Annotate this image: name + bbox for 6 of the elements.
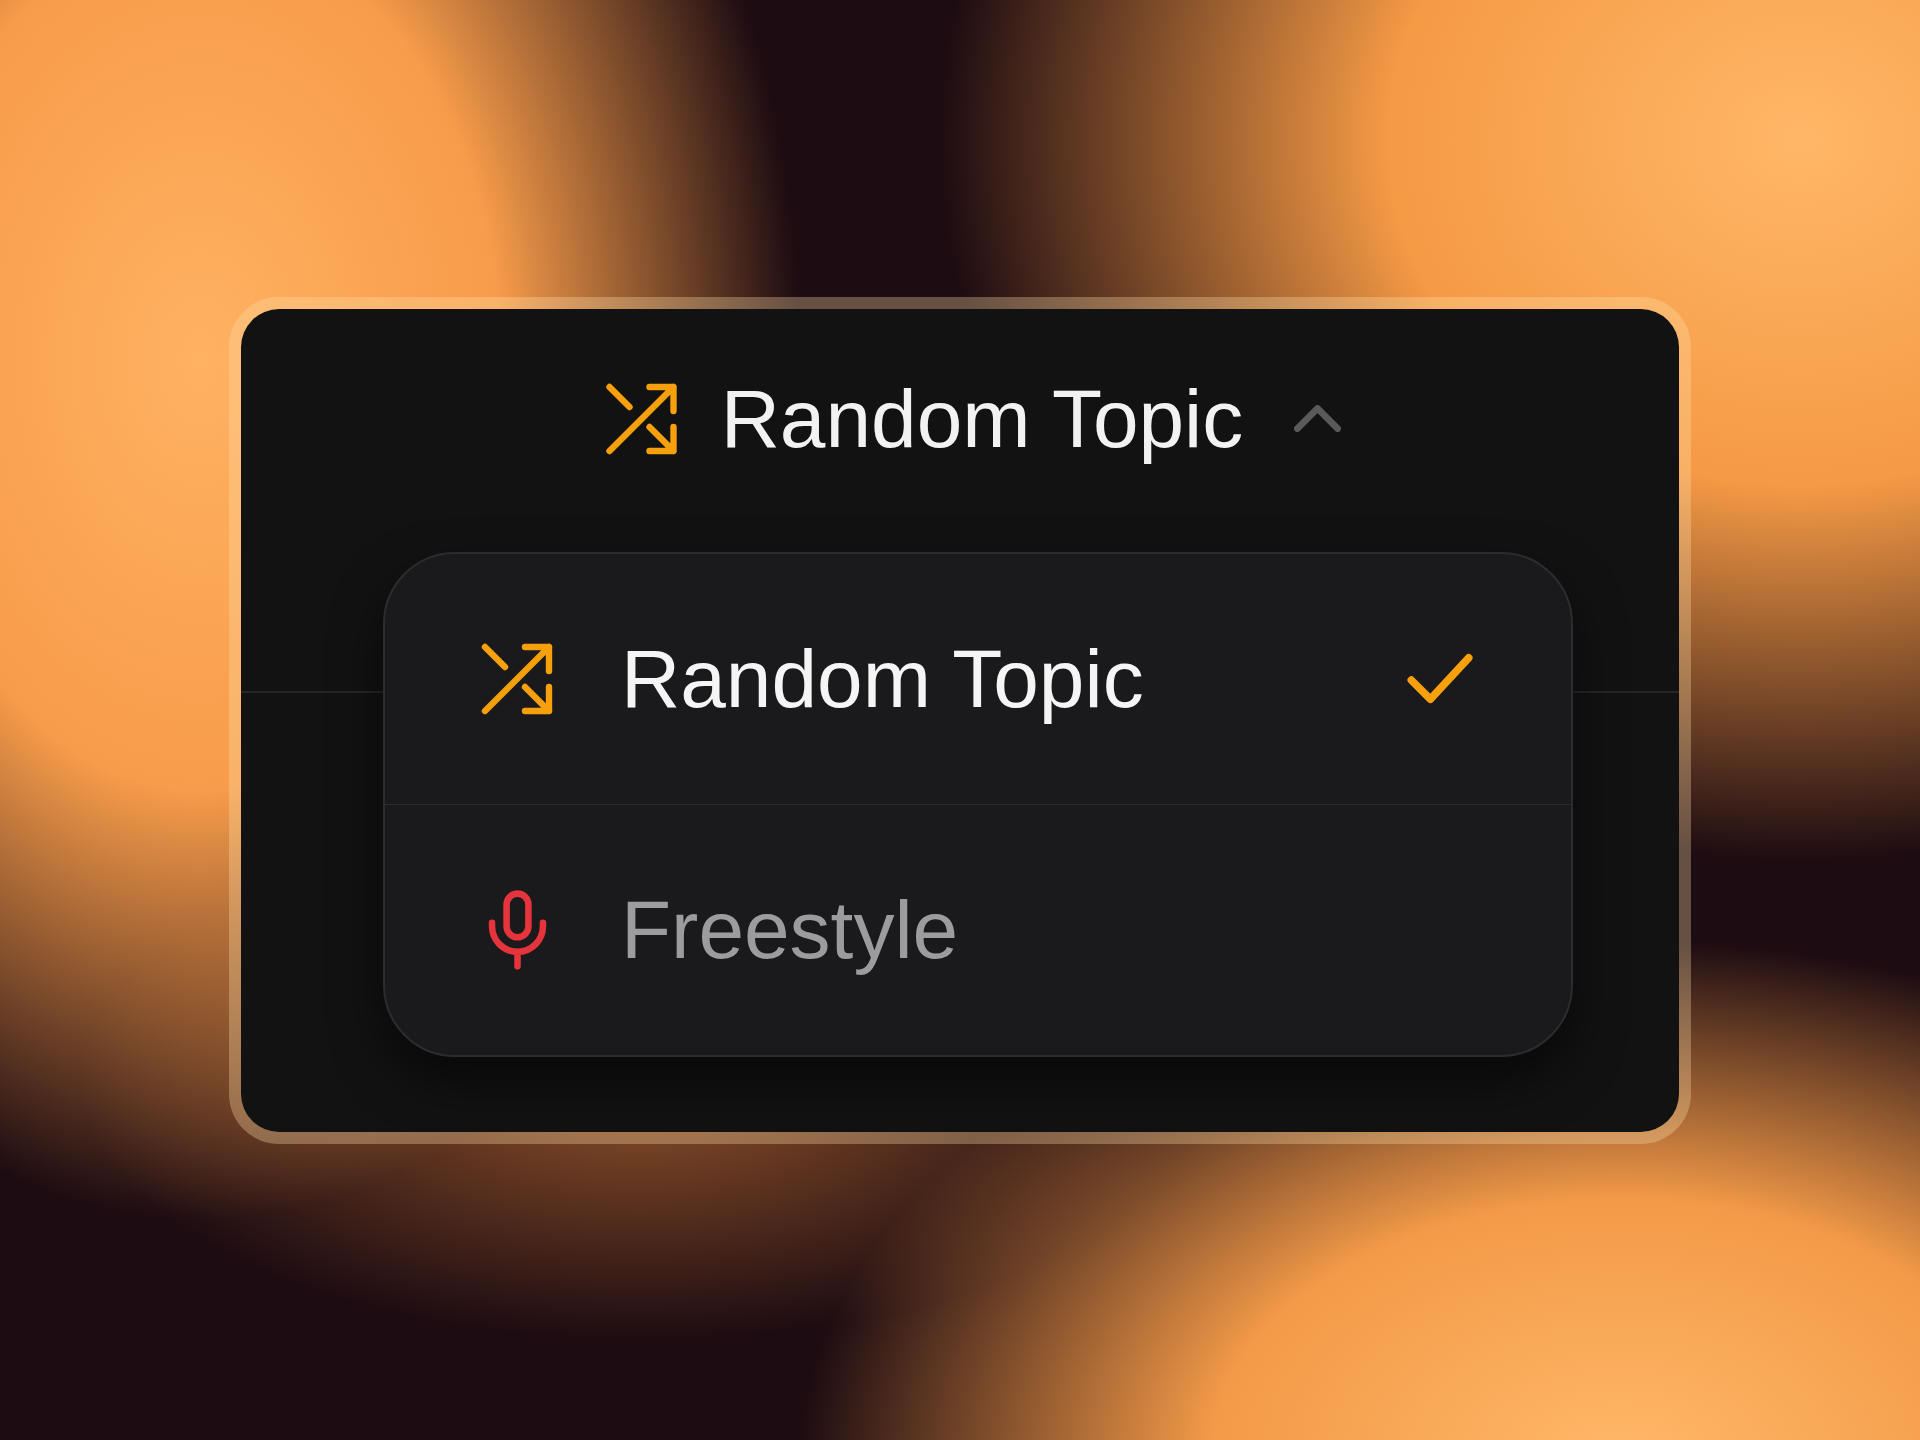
shuffle-icon xyxy=(604,382,678,455)
microphone-icon xyxy=(486,889,548,970)
menu-item[interactable]: Freestyle xyxy=(385,804,1571,1055)
menu-item[interactable]: Random Topic xyxy=(385,553,1571,804)
check-icon xyxy=(1406,653,1474,704)
shuffle-icon xyxy=(481,642,553,715)
